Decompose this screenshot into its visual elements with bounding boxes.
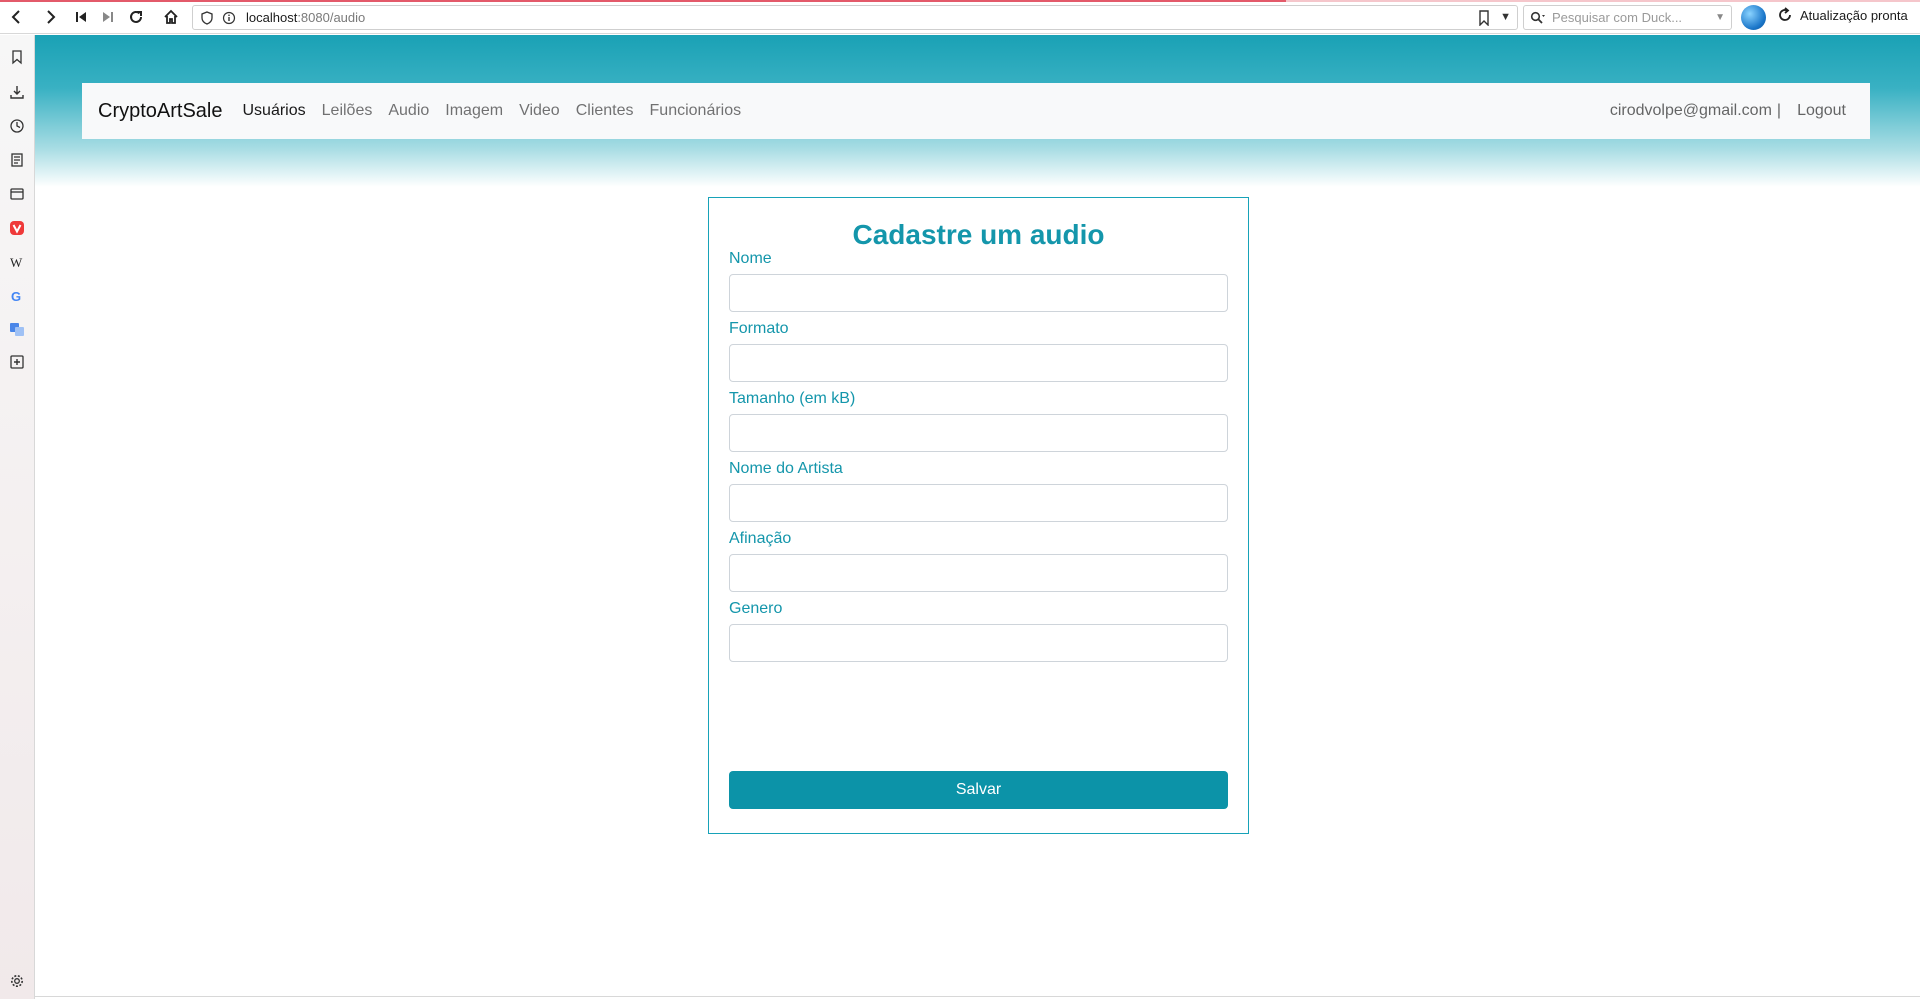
home-button[interactable]: [158, 4, 184, 30]
main-navbar: CryptoArtSale Usuários Leilões Audio Ima…: [82, 83, 1870, 139]
genero-input[interactable]: [729, 624, 1228, 662]
address-bar[interactable]: localhost:8080/audio ▼: [192, 5, 1518, 30]
reload-icon: [130, 10, 142, 23]
window-bottom-edge: [35, 996, 1920, 997]
update-ready-button[interactable]: Atualização pronta: [1776, 6, 1908, 24]
side-panel: W G: [0, 35, 35, 999]
notes-panel-button[interactable]: [8, 151, 26, 169]
nav-link-audio[interactable]: Audio: [380, 102, 437, 120]
search-input[interactable]: [1552, 10, 1712, 25]
search-dropdown-icon[interactable]: ▼: [1715, 12, 1725, 23]
url-dropdown-icon[interactable]: ▼: [1500, 11, 1511, 23]
history-panel-button[interactable]: [8, 117, 26, 135]
download-icon: [10, 86, 24, 99]
forward-arrow-icon: [47, 10, 56, 24]
tamanho-input[interactable]: [729, 414, 1228, 452]
page-load-indicator: [0, 0, 1920, 2]
brand-link[interactable]: CryptoArtSale: [98, 100, 223, 123]
genero-label: Genero: [729, 600, 783, 617]
web-page: CryptoArtSale Usuários Leilões Audio Ima…: [35, 35, 1920, 999]
save-button[interactable]: Salvar: [729, 771, 1228, 809]
audio-form-card: Cadastre um audio Nome Formato Tamanho (…: [708, 197, 1249, 834]
nome-artista-input[interactable]: [729, 484, 1228, 522]
google-icon: G: [11, 289, 21, 304]
nav-links: Usuários Leilões Audio Imagem Video Clie…: [235, 102, 750, 120]
shield-icon[interactable]: [200, 10, 214, 25]
add-panel-button[interactable]: [8, 353, 26, 371]
window-panel-button[interactable]: [8, 185, 26, 203]
afinacao-input[interactable]: [729, 554, 1228, 592]
back-button[interactable]: [4, 4, 30, 30]
notes-icon: [11, 153, 23, 167]
nav-link-leiloes[interactable]: Leilões: [314, 102, 381, 120]
nav-link-clientes[interactable]: Clientes: [568, 102, 642, 120]
bookmark-icon: [12, 50, 22, 65]
svg-text:W: W: [10, 255, 23, 270]
svg-text:G: G: [11, 289, 21, 304]
fast-forward-icon: [103, 12, 113, 22]
vivaldi-icon: [10, 221, 24, 235]
nome-artista-label: Nome do Artista: [729, 460, 843, 477]
translate-icon: [10, 323, 24, 336]
translate-panel-button[interactable]: [8, 320, 26, 338]
formato-input[interactable]: [729, 344, 1228, 382]
bookmark-page-icon[interactable]: [1477, 10, 1491, 26]
vivaldi-panel-button[interactable]: [8, 219, 26, 237]
wikipedia-panel-button[interactable]: W: [8, 253, 26, 271]
rewind-button[interactable]: [68, 4, 94, 30]
bookmarks-panel-button[interactable]: [8, 48, 26, 66]
tamanho-label: Tamanho (em kB): [729, 390, 856, 407]
formato-label: Formato: [729, 320, 789, 337]
logout-link[interactable]: Logout: [1797, 102, 1846, 120]
nav-link-usuarios[interactable]: Usuários: [235, 102, 314, 120]
browser-toolbar: localhost:8080/audio ▼ ▼ Atualização pro…: [0, 0, 1920, 34]
downloads-panel-button[interactable]: [8, 83, 26, 101]
form-title: Cadastre um audio: [852, 219, 1105, 250]
user-separator: |: [1776, 102, 1782, 119]
settings-button[interactable]: [8, 972, 26, 990]
google-panel-button[interactable]: G: [8, 287, 26, 305]
reload-button[interactable]: [123, 4, 149, 30]
update-icon: [1779, 7, 1791, 21]
user-email: cirodvolpe@gmail.com: [1609, 102, 1772, 119]
nav-link-funcionarios[interactable]: Funcionários: [642, 102, 750, 120]
forward-button[interactable]: [37, 4, 63, 30]
back-arrow-icon: [11, 10, 20, 24]
update-label: Atualização pronta: [1800, 7, 1908, 23]
search-engine-icon[interactable]: [1530, 11, 1546, 25]
window-icon: [10, 188, 24, 200]
url-text[interactable]: localhost:8080/audio: [246, 10, 365, 25]
page-load-progress: [0, 0, 1287, 2]
home-icon: [164, 9, 178, 24]
add-panel-icon: [10, 355, 24, 369]
globe-icon[interactable]: [1741, 5, 1766, 30]
info-icon[interactable]: [222, 11, 236, 25]
history-icon: [10, 119, 24, 133]
search-bar[interactable]: ▼: [1523, 5, 1732, 30]
wikipedia-icon: W: [10, 255, 23, 270]
nome-input[interactable]: [729, 274, 1228, 312]
rewind-icon: [76, 12, 86, 22]
url-path: :8080/audio: [297, 10, 366, 25]
settings-icon: [11, 975, 23, 987]
nav-link-imagem[interactable]: Imagem: [437, 102, 511, 120]
user-area: cirodvolpe@gmail.com | Logout: [1610, 83, 1846, 139]
nav-link-video[interactable]: Video: [511, 102, 568, 120]
afinacao-label: Afinação: [729, 530, 792, 547]
fast-forward-button[interactable]: [95, 4, 121, 30]
nome-label: Nome: [729, 250, 772, 267]
url-host: localhost: [246, 10, 298, 25]
